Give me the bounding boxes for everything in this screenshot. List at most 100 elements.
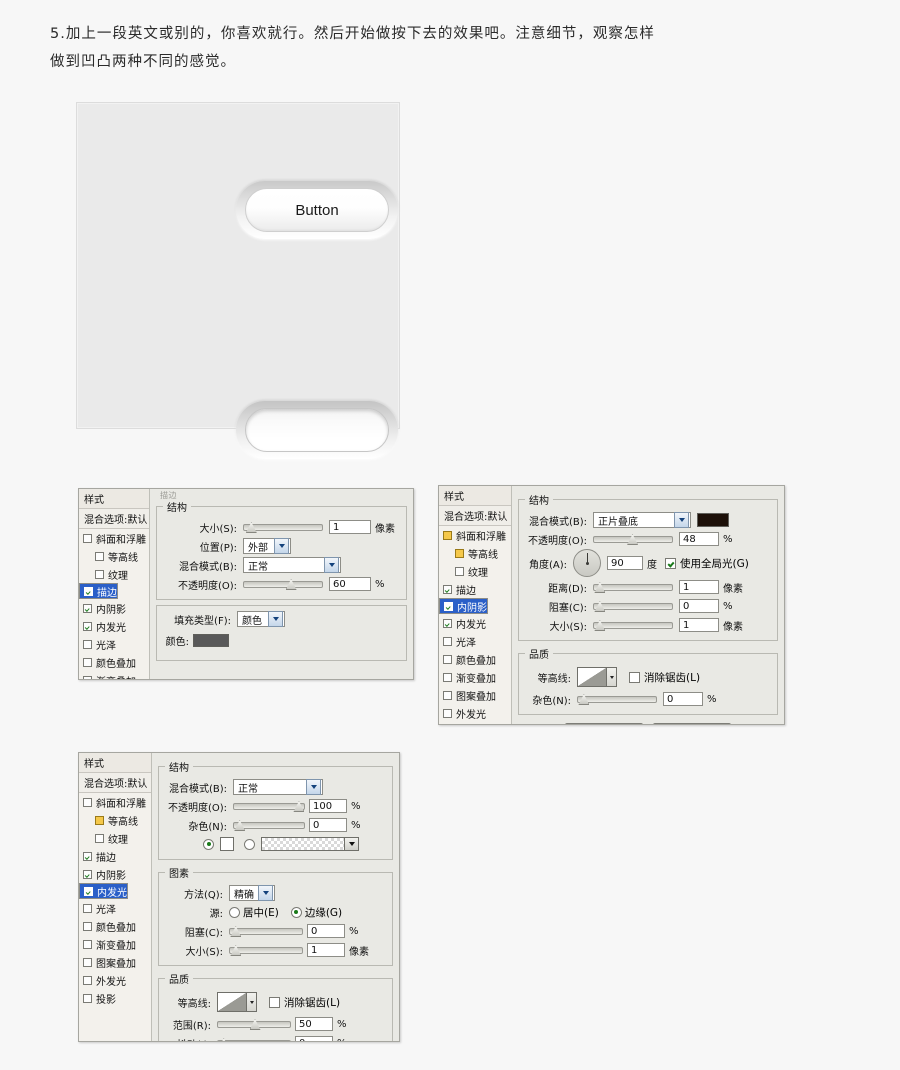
opacity-input[interactable]: 60 [329, 577, 371, 591]
styles-sidebar[interactable]: 样式 混合选项:默认 斜面和浮雕等高线纹理描边内阴影内发光光泽颜色叠加渐变叠加图… [439, 486, 512, 724]
style-item-checkbox[interactable] [83, 957, 92, 967]
opacity-slider[interactable] [233, 800, 305, 812]
style-item-3[interactable]: 描边 [439, 580, 511, 598]
noise-input[interactable]: 0 [309, 818, 347, 832]
choke-input[interactable]: 0 [307, 924, 345, 938]
style-item-checkbox[interactable] [83, 639, 92, 649]
gradient-radio[interactable] [244, 838, 255, 850]
style-item-checkbox[interactable] [443, 690, 452, 700]
choke-slider[interactable] [229, 925, 303, 937]
style-item-checkbox[interactable] [455, 548, 464, 558]
style-item-1[interactable]: 等高线 [439, 544, 511, 562]
blending-options-item[interactable]: 混合选项:默认 [79, 509, 149, 529]
chevron-down-icon[interactable] [324, 557, 339, 573]
source-center-radio[interactable] [229, 906, 240, 918]
blend-mode-select[interactable]: 正片叠底 [593, 512, 691, 528]
style-item-checkbox[interactable] [455, 566, 464, 576]
style-item-9[interactable]: 图案叠加 [439, 686, 511, 704]
style-item-checkbox[interactable] [443, 672, 452, 682]
style-item-checkbox[interactable] [83, 657, 92, 667]
chevron-down-icon[interactable] [268, 611, 283, 627]
styles-sidebar[interactable]: 样式 混合选项:默认 斜面和浮雕等高线纹理描边内阴影内发光光泽颜色叠加渐变叠加图… [79, 489, 150, 679]
reset-to-default-button[interactable]: 复位为默认值 [653, 723, 731, 724]
global-light-checkbox[interactable] [665, 557, 676, 569]
size-input[interactable]: 1 [329, 520, 371, 534]
angle-input[interactable]: 90 [607, 556, 643, 570]
style-item-5[interactable]: 内发光 [439, 614, 511, 632]
stroke-color-swatch[interactable] [193, 633, 229, 647]
style-item-checkbox[interactable] [443, 708, 452, 718]
style-item-checkbox[interactable] [83, 869, 92, 879]
contour-dropdown-icon[interactable] [607, 667, 617, 687]
style-item-checkbox[interactable] [95, 569, 104, 579]
glow-color-swatch[interactable] [220, 837, 234, 851]
layer-style-dialog-stroke[interactable]: 样式 混合选项:默认 斜面和浮雕等高线纹理描边内阴影内发光光泽颜色叠加渐变叠加图… [78, 488, 414, 680]
style-item-1[interactable]: 等高线 [79, 547, 149, 565]
noise-input[interactable]: 0 [663, 692, 703, 706]
range-input[interactable]: 50 [295, 1017, 333, 1031]
opacity-input[interactable]: 48 [679, 532, 719, 546]
noise-slider[interactable] [577, 693, 657, 705]
layer-style-dialog-inner-glow[interactable]: 样式 混合选项:默认 斜面和浮雕 等高线 纹理 描边 内阴影 内发光 光泽 颜色叠加 渐变叠加图… [78, 752, 400, 1042]
range-slider[interactable] [217, 1018, 291, 1030]
contour-dropdown-icon[interactable] [247, 992, 257, 1012]
style-item-1[interactable]: 等高线 [79, 811, 151, 829]
style-item-checkbox[interactable] [84, 586, 93, 596]
choke-slider[interactable] [593, 600, 673, 612]
style-item-3[interactable]: 描边 [79, 583, 118, 599]
blend-mode-select[interactable]: 正常 [233, 779, 323, 795]
blending-options-item[interactable]: 混合选项:默认 [79, 773, 151, 793]
style-item-7[interactable]: 颜色叠加 [439, 650, 511, 668]
styles-sidebar[interactable]: 样式 混合选项:默认 斜面和浮雕等高线纹理描边内阴影内发光光泽颜色叠加渐变叠加图… [79, 753, 152, 1041]
styles-list[interactable]: 斜面和浮雕等高线纹理描边内阴影内发光光泽颜色叠加渐变叠加图案叠加外发光投影 [439, 526, 511, 724]
style-item-checkbox[interactable] [83, 675, 92, 679]
styles-list[interactable]: 斜面和浮雕等高线纹理描边内阴影内发光光泽颜色叠加渐变叠加图案叠加外发光投影 [79, 793, 151, 1041]
style-item-10[interactable]: 外发光 [79, 971, 151, 989]
style-item-checkbox[interactable] [83, 921, 92, 931]
style-item-checkbox[interactable] [443, 636, 452, 646]
style-item-2[interactable]: 纹理 [439, 562, 511, 580]
style-item-checkbox[interactable] [95, 833, 104, 843]
style-item-8[interactable]: 渐变叠加 [79, 671, 149, 679]
opacity-slider[interactable] [593, 533, 673, 545]
style-item-3[interactable]: 描边 [79, 847, 151, 865]
gradient-dropdown-icon[interactable] [345, 837, 359, 851]
style-item-checkbox[interactable] [443, 654, 452, 664]
style-item-checkbox[interactable] [84, 886, 93, 896]
style-item-0[interactable]: 斜面和浮雕 [79, 529, 149, 547]
raised-button[interactable]: Button [236, 181, 398, 239]
style-item-checkbox[interactable] [443, 618, 452, 628]
style-item-5[interactable]: 内发光 [79, 883, 128, 899]
style-item-checkbox[interactable] [83, 851, 92, 861]
style-item-2[interactable]: 纹理 [79, 565, 149, 583]
chevron-down-icon[interactable] [258, 885, 273, 901]
fill-type-select[interactable]: 颜色 [237, 611, 285, 627]
position-select[interactable]: 外部 [243, 538, 291, 554]
set-as-default-button[interactable]: 设置为默认值 [565, 723, 643, 724]
style-item-checkbox[interactable] [83, 797, 92, 807]
style-item-checkbox[interactable] [83, 533, 92, 543]
style-item-checkbox[interactable] [83, 603, 92, 613]
source-edge-radio[interactable] [290, 906, 302, 918]
size-input[interactable]: 1 [307, 943, 345, 957]
distance-slider[interactable] [593, 581, 673, 593]
noise-slider[interactable] [233, 819, 305, 831]
style-item-9[interactable]: 图案叠加 [79, 953, 151, 971]
antialias-checkbox[interactable] [269, 996, 280, 1008]
style-item-10[interactable]: 外发光 [439, 704, 511, 722]
style-item-checkbox[interactable] [83, 903, 92, 913]
opacity-input[interactable]: 100 [309, 799, 347, 813]
style-item-4[interactable]: 内阴影 [79, 599, 149, 617]
jitter-input[interactable]: 0 [295, 1036, 333, 1041]
style-item-checkbox[interactable] [83, 975, 92, 985]
size-input[interactable]: 1 [679, 618, 719, 632]
style-item-0[interactable]: 斜面和浮雕 [79, 793, 151, 811]
style-item-6[interactable]: 光泽 [79, 635, 149, 653]
chevron-down-icon[interactable] [674, 512, 689, 528]
shadow-color-swatch[interactable] [697, 513, 729, 527]
choke-input[interactable]: 0 [679, 599, 719, 613]
style-item-checkbox[interactable] [95, 551, 104, 561]
distance-input[interactable]: 1 [679, 580, 719, 594]
contour-preview[interactable] [577, 667, 607, 687]
style-item-checkbox[interactable] [83, 993, 92, 1003]
